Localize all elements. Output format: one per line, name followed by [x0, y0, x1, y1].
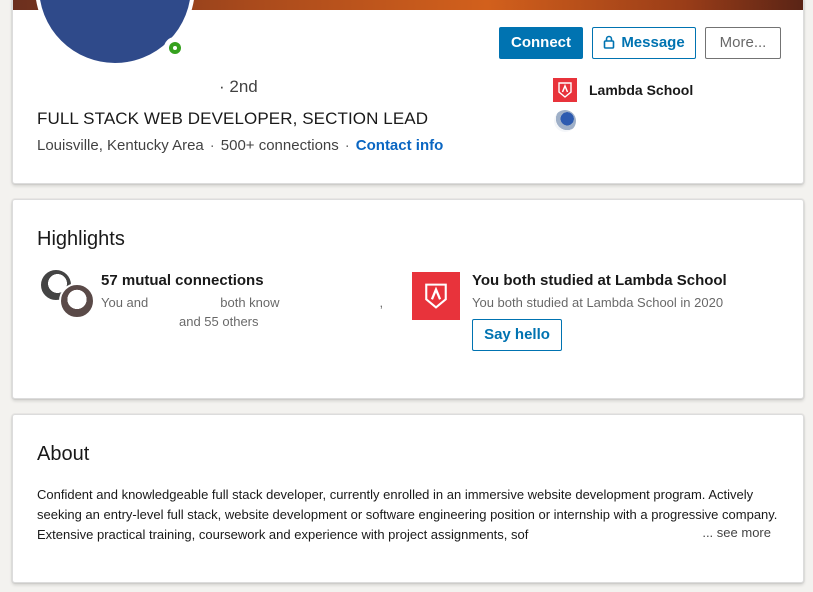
mutual-connection-avatars[interactable] — [39, 268, 95, 324]
profile-connections[interactable]: 500+ connections — [221, 137, 339, 154]
contact-info-link[interactable]: Contact info — [356, 137, 444, 154]
online-status-icon — [164, 37, 186, 59]
say-hello-button[interactable]: Say hello — [472, 319, 562, 351]
connect-button[interactable]: Connect — [499, 27, 583, 59]
message-label: Message — [621, 34, 685, 51]
mutual-line1-suffix: both know — [220, 295, 280, 310]
message-button[interactable]: Message — [592, 27, 696, 59]
profile-location: Louisville, Kentucky Area — [37, 137, 204, 154]
highlights-title: Highlights — [37, 228, 125, 250]
shared-school-subtitle: You both studied at Lambda School in 202… — [472, 295, 724, 310]
mutual-connections-line2: and 55 others — [179, 314, 259, 329]
profile-headline: FULL STACK WEB DEVELOPER, SECTION LEAD — [37, 109, 429, 128]
about-title: About — [37, 443, 90, 465]
lambda-logo-icon[interactable] — [553, 78, 577, 102]
highlights-card: Highlights 57 mutual connections You and… — [12, 199, 804, 399]
lock-icon — [604, 35, 615, 49]
profile-card: · 2nd FULL STACK WEB DEVELOPER, SECTION … — [12, 0, 804, 184]
avatar — [59, 283, 95, 319]
shared-school-title[interactable]: You both studied at Lambda School — [472, 272, 727, 289]
about-text: Confident and knowledgeable full stack d… — [37, 487, 778, 542]
mutual-line1-comma: , — [379, 295, 384, 310]
mutual-connections-title[interactable]: 57 mutual connections — [101, 272, 264, 289]
education-school-name[interactable]: Lambda School — [589, 82, 693, 98]
mutual-line1-prefix: You and — [101, 295, 149, 310]
more-button[interactable]: More... — [705, 27, 781, 59]
lambda-logo-icon[interactable] — [412, 272, 460, 320]
about-ellipsis: ... — [702, 525, 714, 540]
see-more-label[interactable]: see more — [717, 525, 771, 540]
profile-meta: Louisville, Kentucky Area · 500+ connectio… — [37, 137, 444, 154]
organization-avatar[interactable] — [554, 110, 576, 132]
mutual-connections-line1: You and both know, — [101, 295, 383, 310]
connection-degree: · 2nd — [219, 77, 258, 96]
see-more-link[interactable]: ... see more — [700, 525, 771, 540]
about-card: About Confident and knowledgeable full s… — [12, 414, 804, 583]
